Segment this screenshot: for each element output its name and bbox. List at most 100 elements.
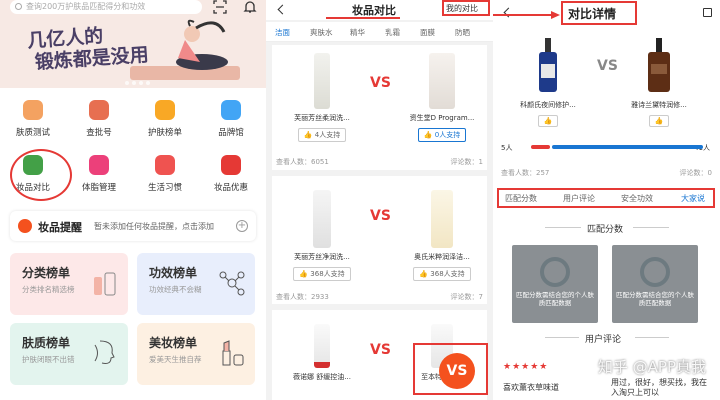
add-reminder-icon[interactable]: + (236, 220, 248, 232)
product-name: 芙丽芳丝净润洗... (294, 253, 350, 261)
feature-label: 品牌馆 (218, 128, 244, 138)
share-icon[interactable] (703, 8, 712, 17)
feature-batch-search[interactable]: 查批号 (66, 97, 132, 145)
compare-card[interactable]: 芙丽芳丝柔润洗... 👍 4人支持 VS 资生堂D Program... 👍 0… (272, 45, 487, 170)
banner-text: 几亿人的 锻炼都是没用 (27, 22, 150, 74)
compare-list-panel: 妆品对比 我的对比 洁面 爽肤水 精华 乳霜 面膜 防晒 芙丽芳丝柔润洗... … (266, 0, 493, 400)
right-product[interactable]: 雅诗兰黛特润修... 👍 (624, 38, 694, 127)
tab-everyone-says[interactable]: 大家说 (681, 193, 705, 204)
face-profile-icon (94, 340, 115, 364)
feature-label: 生活习惯 (147, 183, 182, 193)
lock-message: 匹配分数需结合您的个人肤质匹配数据 (616, 291, 694, 307)
page-title: 妆品对比 (352, 4, 396, 17)
title-underline (326, 17, 400, 19)
divider (635, 337, 669, 338)
like-button[interactable]: 👍 (648, 115, 670, 127)
watermark: 知乎 @APP真我 (597, 358, 706, 376)
vs-label: VS (370, 208, 391, 224)
section-title: 用户评论 (585, 335, 622, 345)
comment-count: 评论数：7 (450, 293, 483, 301)
makeup-ranking-card[interactable]: 美妆榜单 爱美天生推自荐 (137, 323, 255, 385)
left-product[interactable]: 薇诺娜 舒缓控油... (287, 324, 357, 382)
feature-brand[interactable]: 品牌馆 (198, 97, 264, 145)
tab-user-comments[interactable]: 用户评论 (563, 193, 595, 204)
product-image (539, 38, 557, 92)
skin-ranking-card[interactable]: 肤质榜单 护肤闭眼不出错 (10, 323, 128, 385)
ranking-icon (155, 100, 175, 120)
feature-face-test[interactable]: 肤质测试 (0, 97, 66, 145)
lock-icon (540, 257, 570, 287)
tab-match-score[interactable]: 匹配分数 (505, 193, 537, 204)
vs-label: VS (370, 342, 391, 358)
back-arrow-icon[interactable] (277, 4, 288, 15)
divider (545, 337, 579, 338)
feature-label: 护肤榜单 (147, 128, 182, 138)
feature-label: 体脂管理 (81, 183, 116, 193)
right-product[interactable]: 资生堂D Program... 👍 0人支持 (407, 53, 477, 142)
tab-safety-efficacy[interactable]: 安全功效 (621, 193, 653, 204)
tab-serum[interactable]: 精华 (350, 27, 365, 38)
category-ranking-card[interactable]: 分类榜单 分类排名精选榜 (10, 253, 128, 315)
support-button[interactable]: 👍 4人支持 (297, 128, 347, 142)
molecule-icon (219, 271, 245, 296)
detail-tabs: 匹配分数 用户评论 安全功效 大家说 (497, 188, 715, 208)
tab-toner[interactable]: 爽肤水 (310, 27, 333, 38)
body-fat-icon (89, 155, 109, 175)
brand-icon (221, 100, 241, 120)
left-product[interactable]: 科颜氏夜间修护... 👍 (513, 38, 583, 127)
locked-score-right[interactable]: 匹配分数需结合您的个人肤质匹配数据 (612, 245, 698, 323)
view-count: 查看人数：2933 (276, 293, 329, 301)
comment-text: 用过，很好，想买找，我在入淘只上可以 (611, 378, 707, 397)
product-image (313, 190, 331, 248)
left-product[interactable]: 芙丽芳丝净润洗... 👍 368人支持 (287, 190, 357, 281)
compare-float-button[interactable]: VS (439, 353, 475, 389)
section-title: 匹配分数 (587, 225, 624, 235)
feature-ranking[interactable]: 护肤榜单 (132, 97, 198, 145)
highlight-box (561, 1, 637, 25)
product-image (429, 53, 455, 109)
compare-card[interactable]: 芙丽芳丝净润洗... 👍 368人支持 VS 奥氏米粹润泽洁... 👍 368人… (272, 176, 487, 304)
support-count: 368人支持 (430, 270, 465, 278)
product-name: 芙丽芳丝柔润洗... (294, 114, 350, 122)
support-count: 4人支持 (314, 131, 341, 139)
comment-count: 评论数：1 (450, 158, 483, 166)
home-panel: 几亿人的 锻炼都是没用 查询200万护肤品匹配得分和功效 肤质测试 查批号 护肤榜单… (0, 0, 266, 400)
feature-body-fat[interactable]: 体脂管理 (66, 152, 132, 200)
reminder-title: 妆品提醒 (38, 221, 82, 234)
locked-score-left[interactable]: 匹配分数需结合您的个人肤质匹配数据 (512, 245, 598, 323)
tab-cream[interactable]: 乳霜 (385, 27, 400, 38)
support-button[interactable]: 👍 0人支持 (417, 128, 467, 142)
tab-mask[interactable]: 面膜 (420, 27, 435, 38)
right-product[interactable]: 奥氏米粹润泽洁... 👍 368人支持 (407, 190, 477, 281)
highlight-box (442, 0, 490, 16)
feature-habit[interactable]: 生活习惯 (132, 152, 198, 200)
support-button[interactable]: 👍 368人支持 (293, 267, 351, 281)
product-name: 资生堂D Program... (409, 114, 475, 122)
left-vote-bar (531, 145, 550, 149)
compare-detail-panel: 对比详情 科颜氏夜间修护... 👍 VS 雅诗兰黛特润修... 👍 5人 41人… (493, 0, 720, 400)
product-image (314, 53, 330, 109)
bell-icon[interactable] (243, 0, 257, 14)
search-input[interactable]: 查询200万护肤品匹配得分和功效 (10, 0, 202, 14)
tab-cleanser[interactable]: 洁面 (275, 27, 290, 38)
scan-icon[interactable] (213, 0, 227, 14)
reminder-subtitle: 暂未添加任何妆品提醒，点击添加 (94, 222, 214, 231)
left-product[interactable]: 芙丽芳丝柔润洗... 👍 4人支持 (287, 53, 357, 142)
product-name: 薇诺娜 舒缓控油... (293, 373, 351, 381)
product-name: 雅诗兰黛特润修... (631, 101, 687, 109)
like-button[interactable]: 👍 (537, 115, 559, 127)
category-tabs: 洁面 爽肤水 精华 乳霜 面膜 防晒 (266, 22, 493, 63)
arrow-annotation (493, 11, 560, 19)
lock-icon (640, 257, 670, 287)
rating-stars: ★★★★★ (503, 362, 549, 372)
support-button[interactable]: 👍 368人支持 (413, 267, 471, 281)
product-image (431, 190, 453, 248)
product-name: 科颜氏夜间修护... (520, 101, 576, 109)
tab-sunscreen[interactable]: 防晒 (455, 27, 470, 38)
view-count: 查看人数：6051 (276, 158, 329, 166)
product-image (648, 38, 670, 92)
reminder-bar[interactable]: 妆品提醒 暂未添加任何妆品提醒，点击添加 + (10, 211, 256, 241)
efficacy-ranking-card[interactable]: 功效榜单 功效经典不会糊 (137, 253, 255, 315)
feature-discount[interactable]: 妆品优惠 (198, 152, 264, 200)
search-placeholder: 查询200万护肤品匹配得分和功效 (26, 2, 146, 11)
